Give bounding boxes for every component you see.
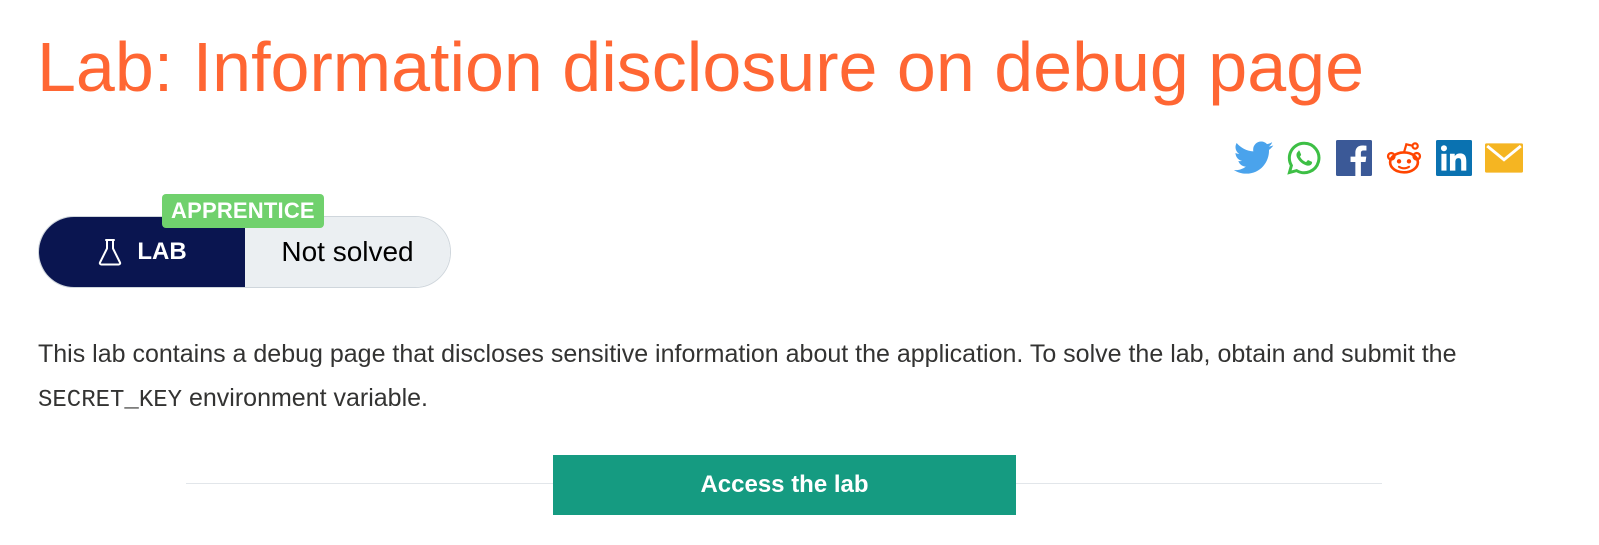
secret-key-code: SECRET_KEY — [38, 387, 183, 414]
linkedin-share-button[interactable] — [1434, 138, 1474, 178]
email-icon — [1485, 143, 1523, 173]
description-text-start: This lab contains a debug page that disc… — [38, 340, 1457, 368]
whatsapp-share-button[interactable] — [1284, 138, 1324, 178]
share-bar — [1224, 138, 1524, 178]
whatsapp-icon — [1287, 141, 1321, 175]
email-share-button[interactable] — [1484, 138, 1524, 178]
reddit-share-button[interactable] — [1384, 138, 1424, 178]
lab-badge: APPRENTICE LAB Not solved — [38, 194, 452, 289]
lab-type-text: LAB — [137, 238, 187, 265]
reddit-icon — [1386, 142, 1422, 174]
linkedin-icon — [1436, 140, 1472, 176]
level-badge: APPRENTICE — [162, 194, 324, 228]
lab-description: This lab contains a debug page that disc… — [38, 332, 1538, 423]
page-title: Lab: Information disclosure on debug pag… — [37, 28, 1365, 106]
flask-icon — [99, 239, 122, 266]
twitter-share-button[interactable] — [1234, 138, 1274, 178]
facebook-icon — [1336, 140, 1372, 176]
twitter-icon — [1234, 141, 1274, 174]
access-lab-button[interactable]: Access the lab — [553, 455, 1016, 515]
description-text-end: environment variable. — [182, 384, 428, 412]
facebook-share-button[interactable] — [1334, 138, 1374, 178]
